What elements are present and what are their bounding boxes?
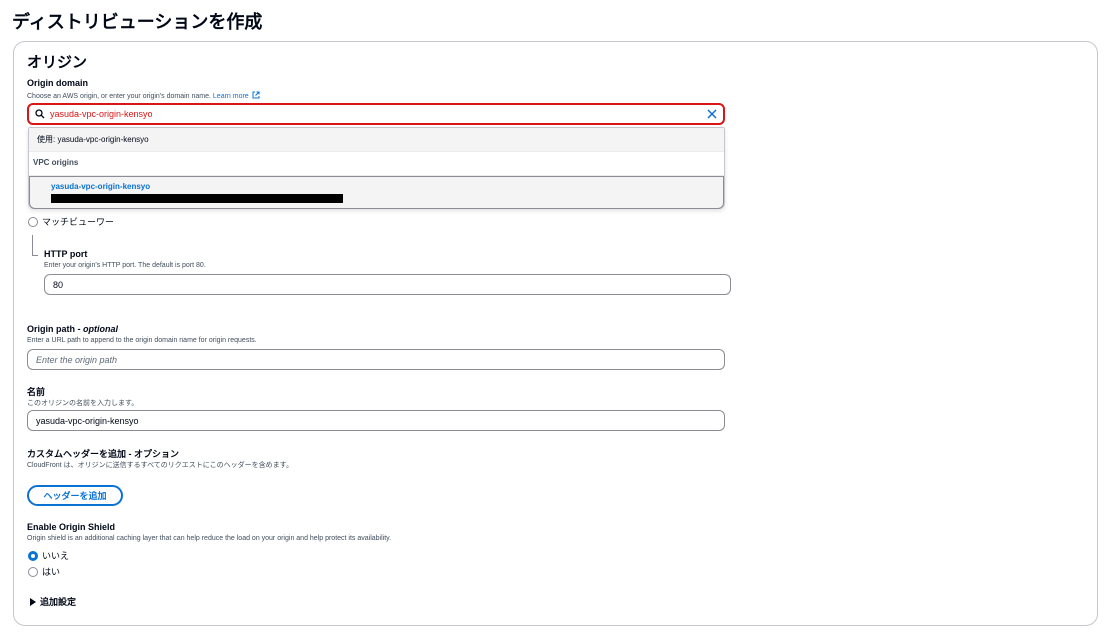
radio-button[interactable] bbox=[28, 216, 38, 227]
origin-domain-description-text: Choose an AWS origin, or enter your orig… bbox=[27, 93, 211, 100]
origin-shield-description: Origin shield is an additional caching l… bbox=[27, 535, 392, 542]
origin-path-input[interactable]: Enter the origin path bbox=[27, 349, 725, 370]
custom-headers-label: カスタムヘッダーを追加 - オプション bbox=[27, 449, 179, 459]
origin-shield-option-label: はい bbox=[42, 567, 61, 578]
additional-settings-label: 追加設定 bbox=[40, 597, 77, 607]
learn-more-link[interactable]: Learn more bbox=[213, 93, 249, 100]
dropdown-use-entered-value[interactable]: 使用: yasuda-vpc-origin-kensyo bbox=[29, 128, 724, 151]
origin-shield-option-yes[interactable]: はい bbox=[28, 563, 60, 581]
dropdown-divider bbox=[29, 151, 724, 152]
origin-shield-option-label: いいえ bbox=[42, 551, 70, 562]
tree-connector bbox=[32, 255, 38, 256]
http-port-label: HTTP port bbox=[44, 249, 88, 259]
radio-button-checked[interactable] bbox=[28, 550, 38, 561]
origin-path-label: Origin path - optional bbox=[27, 324, 118, 334]
origin-path-label-text: Origin path - bbox=[27, 324, 83, 334]
origin-path-description: Enter a URL path to append to the origin… bbox=[27, 337, 257, 344]
radio-button[interactable] bbox=[28, 566, 38, 577]
section-title: オリジン bbox=[27, 54, 88, 71]
origin-shield-label: Enable Origin Shield bbox=[27, 522, 116, 532]
caret-right-icon bbox=[30, 598, 36, 606]
origin-domain-dropdown: 使用: yasuda-vpc-origin-kensyo VPC origins… bbox=[28, 127, 725, 209]
name-label: 名前 bbox=[27, 387, 46, 397]
http-port-input[interactable]: 80 bbox=[44, 274, 731, 295]
tree-connector bbox=[32, 235, 33, 255]
protocol-option-match-viewer[interactable]: マッチビューワー bbox=[28, 213, 114, 231]
dropdown-group-label: VPC origins bbox=[33, 158, 79, 167]
add-header-button[interactable]: ヘッダーを追加 bbox=[27, 485, 123, 506]
external-link-icon[interactable] bbox=[252, 91, 260, 99]
origin-domain-value: yasuda-vpc-origin-kensyo bbox=[50, 109, 153, 119]
dropdown-option-name: yasuda-vpc-origin-kensyo bbox=[51, 182, 151, 191]
optional-tag: optional bbox=[83, 324, 118, 334]
search-icon bbox=[35, 109, 45, 119]
name-description: このオリジンの名前を入力します。 bbox=[27, 400, 139, 407]
http-port-description: Enter your origin's HTTP port. The defau… bbox=[44, 262, 206, 269]
origin-domain-search-input[interactable]: yasuda-vpc-origin-kensyo bbox=[27, 103, 725, 125]
origin-domain-description: Choose an AWS origin, or enter your orig… bbox=[27, 91, 260, 100]
redacted-block bbox=[51, 194, 343, 203]
name-input[interactable]: yasuda-vpc-origin-kensyo bbox=[27, 410, 725, 431]
additional-settings-toggle[interactable]: 追加設定 bbox=[30, 595, 76, 608]
protocol-option-label: マッチビューワー bbox=[42, 217, 115, 228]
dropdown-option-vpc-origin[interactable]: yasuda-vpc-origin-kensyo bbox=[29, 176, 724, 209]
custom-headers-description: CloudFront は、オリジンに送信するすべてのリクエストにこのヘッダーを含… bbox=[27, 462, 293, 469]
close-icon[interactable] bbox=[707, 109, 717, 119]
origin-domain-label: Origin domain bbox=[27, 78, 89, 88]
page-title: ディストリビューションを作成 bbox=[12, 12, 263, 32]
